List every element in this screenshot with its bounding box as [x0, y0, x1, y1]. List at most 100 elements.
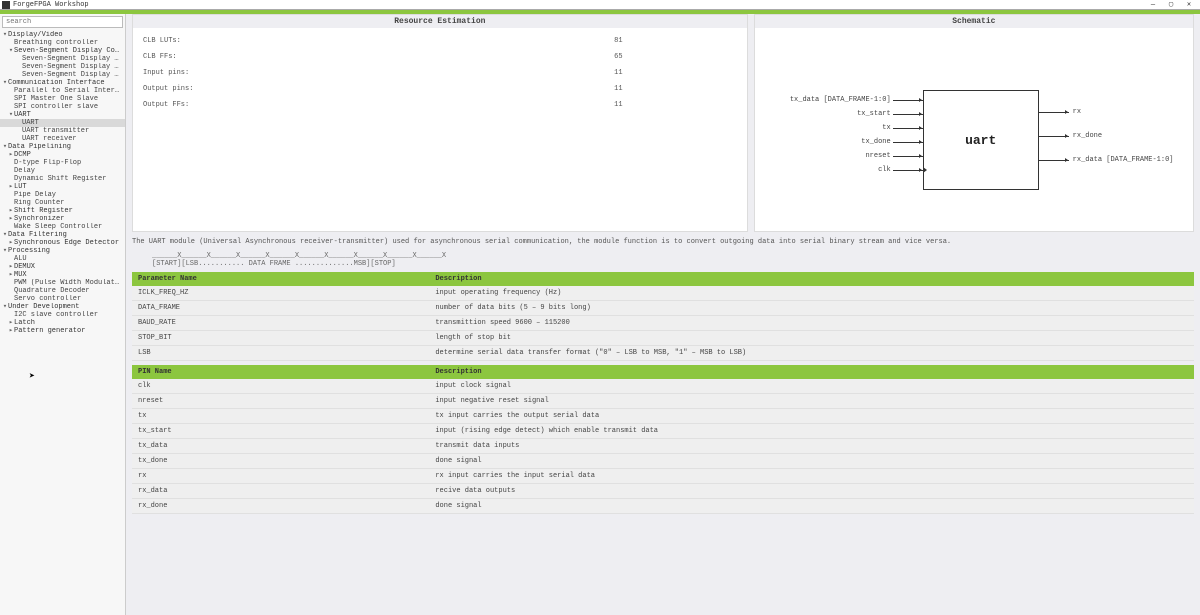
tree-item-label: Pipe Delay — [14, 191, 56, 199]
tree-item[interactable]: Dynamic Shift Register — [0, 175, 125, 183]
tree-item[interactable]: ▸DEMUX — [0, 263, 125, 271]
tree-item[interactable]: ▾Display/Video — [0, 31, 125, 39]
resource-header: Resource Estimation — [133, 15, 747, 28]
pin-name: rx_data — [132, 484, 429, 499]
tree-item[interactable]: UART transmitter — [0, 127, 125, 135]
close-button[interactable]: ✕ — [1180, 0, 1198, 9]
tree-item-label: Processing — [8, 247, 50, 255]
tree-item[interactable]: ▾Seven-Segment Display Co… — [0, 47, 125, 55]
resource-name: CLB FFs: — [143, 50, 498, 64]
tree-item-label: Display/Video — [8, 31, 63, 39]
pin-header-desc: Description — [429, 365, 1194, 379]
tree-item-label: Wake Sleep Controller — [14, 223, 102, 231]
tree-item[interactable]: PWM (Pulse Width Modulat… — [0, 279, 125, 287]
module-tree: ▾Display/VideoBreathing controller▾Seven… — [0, 30, 125, 615]
tree-item[interactable]: ▾Under Development — [0, 303, 125, 311]
tree-item[interactable]: Servo controller — [0, 295, 125, 303]
tree-item[interactable]: ▸Synchronizer — [0, 215, 125, 223]
pin-wire — [1039, 136, 1069, 137]
tree-item[interactable]: Wake Sleep Controller — [0, 223, 125, 231]
table-row: tx_donedone signal — [132, 454, 1194, 469]
param-header-name: Parameter Name — [132, 272, 429, 286]
pin-wire — [893, 100, 923, 101]
schematic-canvas: uart tx_data [DATA_FRAME-1:0]tx_starttxt… — [763, 32, 1185, 227]
pin-label-left: tx_done — [861, 138, 890, 146]
pin-name: tx_data — [132, 439, 429, 454]
tree-item[interactable]: ▸Shift Register — [0, 207, 125, 215]
window-title: ForgeFPGA Workshop — [13, 1, 1144, 9]
tree-item[interactable]: ▸MUX — [0, 271, 125, 279]
tree-item[interactable]: ▾Data Pipelining — [0, 143, 125, 151]
window-titlebar: ForgeFPGA Workshop — ▢ ✕ — [0, 0, 1200, 10]
tree-item-label: SPI Master One Slave — [14, 95, 98, 103]
tree-item[interactable]: UART — [0, 119, 125, 127]
tree-item-label: UART — [14, 111, 31, 119]
app-icon — [2, 1, 10, 9]
param-desc: length of stop bit — [429, 331, 1194, 346]
tree-item-label: Synchronizer — [14, 215, 64, 223]
tree-item-label: Delay — [14, 167, 35, 175]
tree-item[interactable]: SPI Master One Slave — [0, 95, 125, 103]
pin-name: tx_start — [132, 424, 429, 439]
resource-name: CLB LUTs: — [143, 34, 498, 48]
tree-item[interactable]: ▸Synchronous Edge Detector — [0, 239, 125, 247]
minimize-button[interactable]: — — [1144, 1, 1162, 9]
resource-name: Input pins: — [143, 66, 498, 80]
tree-item[interactable]: ▾Data Filtering — [0, 231, 125, 239]
table-row: rx_datarecive data outputs — [132, 484, 1194, 499]
tree-item[interactable]: ▸LUT — [0, 183, 125, 191]
tree-item[interactable]: Pipe Delay — [0, 191, 125, 199]
tree-item[interactable]: Seven-Segment Display … — [0, 71, 125, 79]
frame-diagram: ______X______X______X______X______X_____… — [152, 252, 1194, 268]
tree-item[interactable]: Seven-Segment Display … — [0, 63, 125, 71]
tree-item[interactable]: ▸Latch — [0, 319, 125, 327]
tree-item[interactable]: ▸DCMP — [0, 151, 125, 159]
tree-item[interactable]: SPI controller slave — [0, 103, 125, 111]
tree-item[interactable]: Delay — [0, 167, 125, 175]
tree-item[interactable]: I2C slave controller — [0, 311, 125, 319]
resource-value: 11 — [500, 66, 737, 80]
maximize-button[interactable]: ▢ — [1162, 0, 1180, 9]
tree-item-label: Synchronous Edge Detector — [14, 239, 119, 247]
tree-item-label: Ring Counter — [14, 199, 64, 207]
pin-desc: recive data outputs — [429, 484, 1194, 499]
tree-item-label: Communication Interface — [8, 79, 105, 87]
pin-header-name: PIN Name — [132, 365, 429, 379]
tree-item[interactable]: ▾Communication Interface — [0, 79, 125, 87]
tree-item-label: Data Pipelining — [8, 143, 71, 151]
pin-name: clk — [132, 379, 429, 394]
tree-item[interactable]: ALU — [0, 255, 125, 263]
tree-item[interactable]: UART receiver — [0, 135, 125, 143]
pin-name: tx — [132, 409, 429, 424]
tree-item[interactable]: ▾UART — [0, 111, 125, 119]
tree-item[interactable]: Breathing controller — [0, 39, 125, 47]
block-name: uart — [924, 133, 1038, 148]
table-row: DATA_FRAMEnumber of data bits (5 – 9 bit… — [132, 301, 1194, 316]
tree-item[interactable]: Seven-Segment Display … — [0, 55, 125, 63]
tree-item-label: Seven-Segment Display … — [22, 71, 119, 79]
pin-desc: done signal — [429, 454, 1194, 469]
search-input[interactable] — [2, 16, 123, 28]
pin-desc: rx input carries the input serial data — [429, 469, 1194, 484]
tree-item[interactable]: Ring Counter — [0, 199, 125, 207]
tree-item[interactable]: D-type Flip-Flop — [0, 159, 125, 167]
resource-name: Output pins: — [143, 82, 498, 96]
tree-item-label: Seven-Segment Display … — [22, 55, 119, 63]
table-row: txtx input carries the output serial dat… — [132, 409, 1194, 424]
tree-item-label: Latch — [14, 319, 35, 327]
tree-item[interactable]: Quadrature Decoder — [0, 287, 125, 295]
tree-item-label: D-type Flip-Flop — [14, 159, 81, 167]
tree-item[interactable]: ▾Processing — [0, 247, 125, 255]
tree-item-label: PWM (Pulse Width Modulat… — [14, 279, 119, 287]
tree-item[interactable]: Parallel to Serial Inter… — [0, 87, 125, 95]
content-area: Resource Estimation CLB LUTs:81CLB FFs:6… — [126, 14, 1200, 615]
table-row: ICLK_FREQ_HZinput operating frequency (H… — [132, 286, 1194, 301]
pin-name: nreset — [132, 394, 429, 409]
pin-name: rx_done — [132, 499, 429, 514]
table-row: tx_datatransmit data inputs — [132, 439, 1194, 454]
param-desc: number of data bits (5 – 9 bits long) — [429, 301, 1194, 316]
tree-item[interactable]: ▸Pattern generator — [0, 327, 125, 335]
resource-value: 11 — [500, 98, 737, 112]
pin-wire — [893, 142, 923, 143]
schematic-header: Schematic — [755, 15, 1193, 28]
